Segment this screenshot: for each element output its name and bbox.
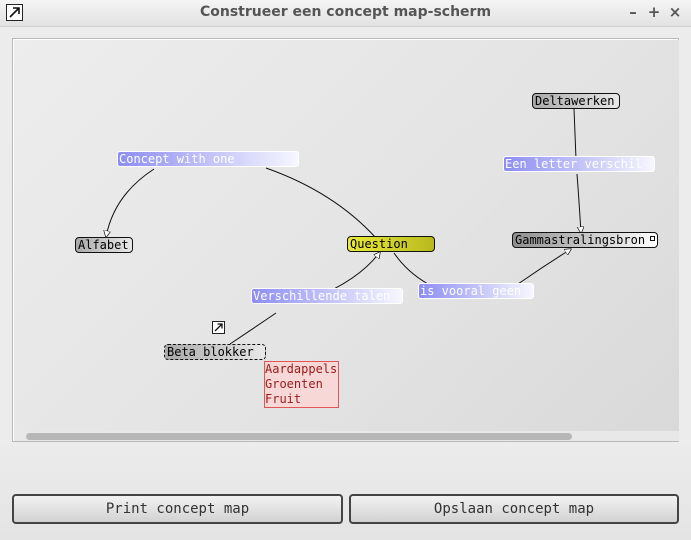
note-line: Fruit xyxy=(265,392,302,406)
concept-node-question[interactable]: Question xyxy=(347,236,435,252)
note-line: Groenten xyxy=(265,377,323,391)
link-label-concept-with-one[interactable]: Concept with one xyxy=(117,151,299,167)
concept-node-gammastralingsbron[interactable]: Gammastralingsbron xyxy=(512,232,658,248)
concept-node-label: Gammastralingsbron xyxy=(515,233,646,247)
link-label-een-letter-verschil[interactable]: Een letter verschil xyxy=(503,156,655,172)
concept-node-deltawerken[interactable]: Deltawerken xyxy=(532,93,620,109)
title-bar: Construeer een concept map-scherm – + × xyxy=(0,0,691,27)
edge-is-vooral-geen-to-gammastralingsbron xyxy=(517,249,571,285)
edge-deltawerken-to-een-letter xyxy=(573,108,577,160)
horizontal-scrollbar[interactable] xyxy=(14,431,679,441)
edge-concept-with-one-to-alfabet xyxy=(106,168,155,237)
maximize-button[interactable]: + xyxy=(645,3,663,21)
concept-map-canvas[interactable]: Concept with one Een letter verschil Ver… xyxy=(14,40,679,431)
close-button[interactable]: × xyxy=(666,3,684,21)
note-box[interactable]: Aardappels Groenten Fruit xyxy=(264,361,339,408)
concept-node-alfabet[interactable]: Alfabet xyxy=(75,237,133,253)
link-label-is-vooral-geen[interactable]: is vooral geen xyxy=(418,283,534,299)
resize-handle[interactable] xyxy=(650,236,655,241)
save-concept-map-button[interactable]: Opslaan concept map xyxy=(349,494,679,524)
edge-question-to-is-vooral-geen xyxy=(393,252,429,285)
expand-arrow-icon[interactable] xyxy=(212,321,225,334)
minimize-button[interactable]: – xyxy=(624,3,642,21)
edge-beta-blokker-to-verschillende-talen xyxy=(229,312,277,345)
link-label-verschillende-talen[interactable]: Verschillende talen xyxy=(251,288,403,304)
edge-question-to-concept-with-one xyxy=(265,167,377,239)
concept-node-beta-blokker[interactable]: Beta blokker xyxy=(164,344,266,360)
note-line: Aardappels xyxy=(265,362,338,376)
print-concept-map-button[interactable]: Print concept map xyxy=(12,494,343,524)
edge-een-letter-to-gammastralingsbron xyxy=(576,173,581,233)
scrollbar-thumb[interactable] xyxy=(26,433,572,440)
concept-map-scrollpane[interactable]: Concept with one Een letter verschil Ver… xyxy=(12,38,679,442)
window-title: Construeer een concept map-scherm xyxy=(199,4,492,20)
